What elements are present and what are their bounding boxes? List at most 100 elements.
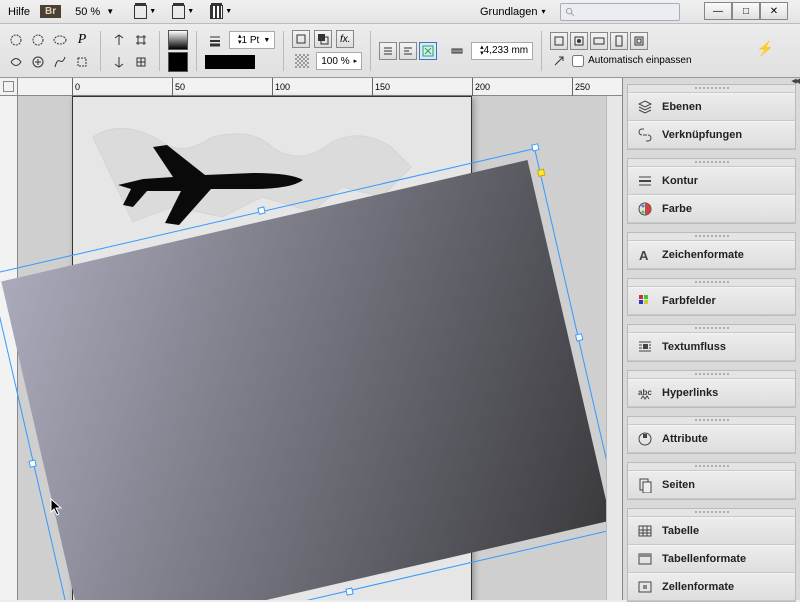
ruler-origin[interactable]: [0, 78, 18, 96]
view-mode-3-button[interactable]: ▼: [210, 2, 232, 22]
bridge-button[interactable]: Br: [40, 5, 61, 18]
tool-icon[interactable]: [109, 30, 129, 50]
panel-grip[interactable]: [694, 510, 730, 515]
panel-pages[interactable]: Seiten: [628, 471, 795, 499]
panel-table[interactable]: Tabelle: [628, 517, 795, 545]
autofit-checkbox[interactable]: [572, 55, 584, 67]
search-input[interactable]: [560, 3, 680, 21]
panel-group: Ebenen Verknüpfungen: [627, 84, 796, 150]
workspace-label: Grundlagen: [480, 6, 538, 18]
minimize-button[interactable]: —: [704, 2, 732, 20]
text-align-icon[interactable]: [399, 42, 417, 60]
opacity-field[interactable]: 100 %▸: [316, 52, 362, 70]
resize-handle[interactable]: [575, 333, 583, 341]
document-area[interactable]: [18, 96, 622, 600]
panel-links[interactable]: Verknüpfungen: [628, 121, 795, 149]
panel-hyperlinks[interactable]: abcHyperlinks: [628, 379, 795, 407]
panel-attributes[interactable]: Attribute: [628, 425, 795, 453]
options-bar: P ▴▾1 Pt▼ fx. 100 %▸: [0, 24, 800, 78]
cellstyles-icon: [636, 579, 654, 595]
swatches-icon: [636, 293, 654, 309]
maximize-button[interactable]: □: [732, 2, 760, 20]
workspace-select[interactable]: Grundlagen ▾: [480, 6, 546, 18]
stroke-weight-field[interactable]: ▴▾1 Pt▼: [229, 31, 275, 49]
fx-button[interactable]: fx.: [336, 30, 354, 48]
anchor-icon[interactable]: [550, 52, 568, 70]
resize-handle[interactable]: [531, 143, 539, 151]
canvas-viewport[interactable]: 0 50 100 150 200 250: [0, 78, 622, 600]
help-menu[interactable]: Hilfe: [8, 6, 30, 18]
tool-icon[interactable]: [50, 52, 70, 72]
tool-icon[interactable]: [28, 30, 48, 50]
fit-icon[interactable]: [590, 32, 608, 50]
svg-text:A: A: [639, 248, 649, 263]
fill-swatch[interactable]: [168, 30, 188, 50]
effects-icon-1[interactable]: [292, 30, 310, 48]
ruler-tick: 250: [572, 78, 590, 96]
p-tool-icon[interactable]: P: [72, 30, 92, 50]
tool-icon[interactable]: [28, 52, 48, 72]
tool-icon[interactable]: [6, 52, 26, 72]
panel-textwrap[interactable]: Textumfluss: [628, 333, 795, 361]
panel-color[interactable]: Farbe: [628, 195, 795, 223]
ruler-tick: 0: [72, 78, 80, 96]
panel-tablestyles[interactable]: Tabellenformate: [628, 545, 795, 573]
fit-icon[interactable]: [630, 32, 648, 50]
panel-dock: Ebenen Verknüpfungen Kontur Farbe A Zeich…: [622, 78, 800, 600]
measurement-field[interactable]: ▴▾4,233 mm: [471, 42, 533, 60]
fit-icon[interactable]: [550, 32, 568, 50]
stroke-swatch[interactable]: [168, 52, 188, 72]
panel-charstyles[interactable]: A Zeichenformate: [628, 241, 795, 269]
close-button[interactable]: ✕: [760, 2, 788, 20]
fill-stroke-swatches[interactable]: [168, 30, 188, 72]
panel-grip[interactable]: [694, 418, 730, 423]
panel-grip[interactable]: [694, 372, 730, 377]
tool-icon[interactable]: [109, 52, 129, 72]
panel-swatches[interactable]: Farbfelder: [628, 287, 795, 315]
panel-label: Tabellenformate: [662, 553, 746, 565]
panel-label: Zeichenformate: [662, 249, 744, 261]
tool-icon[interactable]: [131, 52, 151, 72]
panel-layers[interactable]: Ebenen: [628, 93, 795, 121]
measurement-value: 4,233 mm: [484, 45, 528, 56]
rotate-handle[interactable]: [537, 169, 545, 177]
menu-bar: Hilfe Br 50 % ▼ ▼ ▼ ▼ Grundlagen ▾ — □ ✕: [0, 0, 800, 24]
tablestyles-icon: [636, 551, 654, 567]
tool-icon[interactable]: [131, 30, 151, 50]
frame-fit-icon[interactable]: [419, 42, 437, 60]
color-icon: [636, 201, 654, 217]
attributes-icon: [636, 431, 654, 447]
tool-icon[interactable]: [6, 30, 26, 50]
layers-icon: [636, 99, 654, 115]
panel-grip[interactable]: [694, 280, 730, 285]
panel-label: Seiten: [662, 479, 695, 491]
flash-icon[interactable]: ⚡: [757, 40, 774, 57]
fit-icon[interactable]: [610, 32, 628, 50]
vertical-scrollbar[interactable]: [606, 96, 622, 600]
fit-icon[interactable]: [570, 32, 588, 50]
panel-grip[interactable]: [694, 160, 730, 165]
stroke-preview[interactable]: [205, 55, 255, 69]
zoom-select[interactable]: 50 % ▼: [75, 6, 114, 18]
opacity-icon: [292, 51, 312, 71]
horizontal-ruler[interactable]: 0 50 100 150 200 250: [18, 78, 622, 96]
zoom-value: 50 %: [75, 6, 100, 18]
tool-icon[interactable]: [50, 30, 70, 50]
panel-grip[interactable]: [694, 234, 730, 239]
charstyle-icon: A: [636, 247, 654, 263]
panel-stroke[interactable]: Kontur: [628, 167, 795, 195]
opacity-value: 100 %: [321, 56, 349, 67]
tool-icon[interactable]: [72, 52, 92, 72]
text-align-icon[interactable]: [379, 42, 397, 60]
table-icon: [636, 523, 654, 539]
effects-icon-2[interactable]: [314, 30, 332, 48]
panel-cellstyles[interactable]: Zellenformate: [628, 573, 795, 601]
panel-label: Hyperlinks: [662, 387, 718, 399]
panel-label: Textumfluss: [662, 341, 726, 353]
panel-grip[interactable]: [694, 326, 730, 331]
main-area: 0 50 100 150 200 250: [0, 78, 800, 600]
panel-grip[interactable]: [694, 464, 730, 469]
panel-grip[interactable]: [694, 86, 730, 91]
view-mode-2-button[interactable]: ▼: [172, 2, 194, 22]
view-mode-1-button[interactable]: ▼: [134, 2, 156, 22]
